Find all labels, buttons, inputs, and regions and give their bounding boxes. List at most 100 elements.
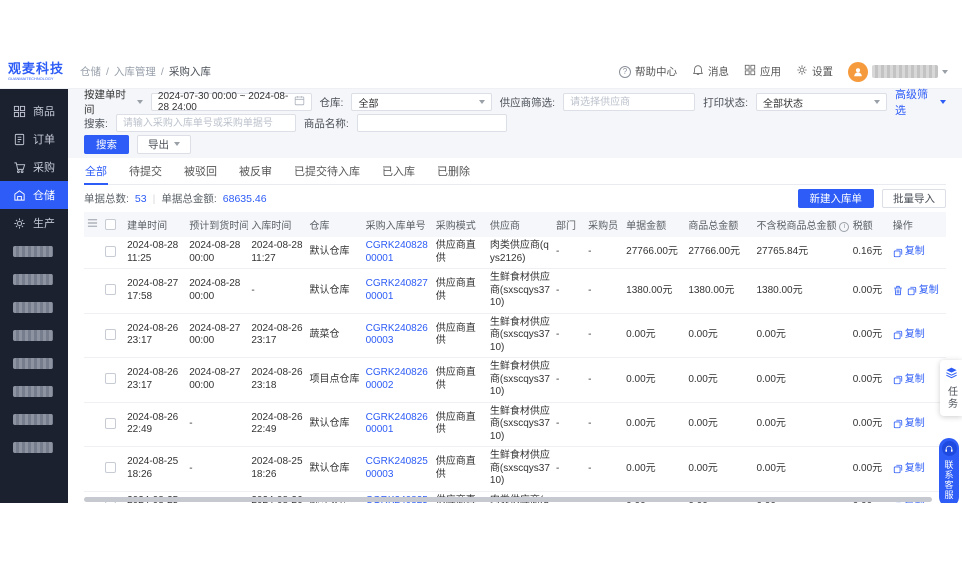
row-checkbox[interactable] bbox=[105, 373, 116, 384]
task-panel-button[interactable]: 任务 bbox=[940, 360, 962, 416]
chevron-down-icon bbox=[940, 100, 946, 104]
cell-actions: 复制 bbox=[890, 358, 946, 403]
cell-tax: 0.00元 bbox=[850, 269, 890, 314]
date-range-picker[interactable]: 2024-07-30 00:00 ~ 2024-08-28 24:00 bbox=[151, 93, 312, 111]
delete-button[interactable] bbox=[893, 285, 903, 296]
order-number-link[interactable]: CGRK24082800001 bbox=[366, 240, 428, 264]
tab-待提交[interactable]: 待提交 bbox=[128, 158, 163, 184]
cell-warehouse: 蔬菜仓 bbox=[306, 313, 362, 358]
breadcrumb-item[interactable]: 采购入库 bbox=[169, 64, 211, 79]
search-button[interactable]: 搜索 bbox=[84, 135, 129, 154]
column-header-13: 操作 bbox=[890, 212, 946, 237]
help-center-button[interactable]: ? 帮助中心 bbox=[619, 64, 677, 79]
column-header-9: 单据金额 bbox=[623, 212, 685, 237]
time-type-select[interactable]: 按建单时间 bbox=[84, 87, 143, 117]
column-label: 税额 bbox=[853, 221, 873, 232]
copy-label: 复制 bbox=[905, 418, 925, 431]
sidebar-item-redacted[interactable] bbox=[0, 293, 68, 321]
sidebar-item-redacted[interactable] bbox=[0, 405, 68, 433]
sidebar-item-采购[interactable]: 采购 bbox=[0, 153, 68, 181]
row-checkbox[interactable] bbox=[105, 284, 116, 295]
sidebar-item-redacted[interactable] bbox=[0, 265, 68, 293]
create-inbound-button[interactable]: 新建入库单 bbox=[798, 189, 875, 208]
select-all-checkbox[interactable] bbox=[105, 219, 116, 230]
order-number-link[interactable]: CGRK24082600003 bbox=[366, 323, 428, 347]
row-checkbox[interactable] bbox=[105, 462, 116, 473]
order-number-link[interactable]: CGRK24082600002 bbox=[366, 367, 428, 391]
sidebar-item-redacted[interactable] bbox=[0, 237, 68, 265]
column-label: 采购入库单号 bbox=[366, 221, 426, 232]
horizontal-scrollbar[interactable] bbox=[84, 497, 932, 502]
export-button[interactable]: 导出 bbox=[137, 135, 191, 154]
sidebar-item-仓储[interactable]: 仓储 bbox=[0, 181, 68, 209]
print-status-select[interactable]: 全部状态 bbox=[756, 93, 887, 111]
sidebar-item-生产[interactable]: 生产 bbox=[0, 209, 68, 237]
table-header-row: 建单时间预计到货时间入库时间仓库采购入库单号采购模式供应商部门采购员单据金额商品… bbox=[84, 212, 946, 237]
tab-已删除[interactable]: 已删除 bbox=[436, 158, 471, 184]
user-menu[interactable] bbox=[848, 62, 948, 82]
sidebar-item-商品[interactable]: 商品 bbox=[0, 97, 68, 125]
main-panel: 按建单时间 2024-07-30 00:00 ~ 2024-08-28 24:0… bbox=[68, 89, 962, 503]
brand-logo[interactable]: 观麦科技 GUANMAITECHNOLOGY bbox=[8, 62, 70, 82]
column-header-config bbox=[84, 212, 102, 237]
tab-被反审[interactable]: 被反审 bbox=[238, 158, 273, 184]
order-number-link[interactable]: CGRK24082700001 bbox=[366, 278, 428, 302]
table-row: 2024-08-26 22:49-2024-08-26 22:49默认仓库CGR… bbox=[84, 402, 946, 447]
warehouse-select[interactable]: 全部 bbox=[351, 93, 491, 111]
advanced-filter-toggle[interactable]: 高级筛选 bbox=[895, 86, 946, 118]
cell-expand bbox=[84, 358, 102, 403]
user-name-redacted bbox=[872, 65, 938, 78]
sidebar-menu: 商品订单采购仓储生产 bbox=[0, 89, 68, 503]
search-input[interactable] bbox=[116, 114, 296, 132]
table-row: 2024-08-27 17:582024-08-28 00:00-默认仓库CGR… bbox=[84, 269, 946, 314]
copy-button[interactable]: 复制 bbox=[893, 329, 925, 342]
row-actions: 复制 bbox=[893, 329, 943, 342]
cell-expand bbox=[84, 313, 102, 358]
breadcrumb-separator: / bbox=[106, 66, 109, 78]
settings-button[interactable]: 设置 bbox=[796, 64, 833, 79]
row-actions: 复制 bbox=[893, 246, 943, 259]
sidebar-item-redacted[interactable] bbox=[0, 377, 68, 405]
column-header-10: 商品总金额 bbox=[685, 212, 753, 237]
sidebar-item-redacted[interactable] bbox=[0, 349, 68, 377]
messages-button[interactable]: 消息 bbox=[692, 64, 729, 79]
sidebar-item-订单[interactable]: 订单 bbox=[0, 125, 68, 153]
tab-已入库[interactable]: 已入库 bbox=[381, 158, 416, 184]
redacted-label bbox=[13, 246, 53, 257]
summary-divider: | bbox=[153, 193, 156, 205]
row-checkbox[interactable] bbox=[105, 329, 116, 340]
sidebar-item-label: 订单 bbox=[33, 131, 55, 147]
column-label: 建单时间 bbox=[127, 221, 167, 232]
breadcrumb-item[interactable]: 入库管理 bbox=[114, 64, 156, 79]
tab-全部[interactable]: 全部 bbox=[84, 158, 108, 184]
copy-button[interactable]: 复制 bbox=[893, 418, 925, 431]
chevron-down-icon bbox=[942, 70, 948, 74]
cell-dept: - bbox=[553, 313, 585, 358]
cell-expand bbox=[84, 269, 102, 314]
copy-button[interactable]: 复制 bbox=[893, 463, 925, 476]
order-number-link[interactable]: CGRK24082600001 bbox=[366, 412, 428, 436]
breadcrumb-item[interactable]: 仓储 bbox=[80, 64, 101, 79]
row-checkbox[interactable] bbox=[105, 246, 116, 257]
product-name-input[interactable] bbox=[357, 114, 507, 132]
topbar-actions: ? 帮助中心 消息 应用 设置 bbox=[619, 62, 948, 82]
tab-已提交待入库[interactable]: 已提交待入库 bbox=[293, 158, 361, 184]
copy-button[interactable]: 复制 bbox=[893, 246, 925, 259]
warehouse-icon bbox=[13, 189, 26, 202]
supplier-filter-input[interactable] bbox=[563, 93, 695, 111]
cell-order_no: CGRK24082800001 bbox=[363, 237, 433, 269]
column-label: 入库时间 bbox=[251, 221, 291, 232]
bulk-import-button[interactable]: 批量导入 bbox=[882, 189, 946, 208]
row-checkbox[interactable] bbox=[105, 418, 116, 429]
chevron-down-icon bbox=[174, 142, 180, 146]
warehouse-select-value: 全部 bbox=[358, 95, 378, 110]
sidebar-item-redacted[interactable] bbox=[0, 433, 68, 461]
apps-button[interactable]: 应用 bbox=[744, 64, 781, 79]
order-number-link[interactable]: CGRK24082500003 bbox=[366, 456, 428, 480]
sidebar-item-redacted[interactable] bbox=[0, 321, 68, 349]
messages-label: 消息 bbox=[708, 64, 729, 79]
customer-service-button[interactable]: 联系客服 bbox=[939, 438, 959, 503]
copy-button[interactable]: 复制 bbox=[893, 374, 925, 387]
tab-被驳回[interactable]: 被驳回 bbox=[183, 158, 218, 184]
copy-button[interactable]: 复制 bbox=[907, 285, 939, 298]
